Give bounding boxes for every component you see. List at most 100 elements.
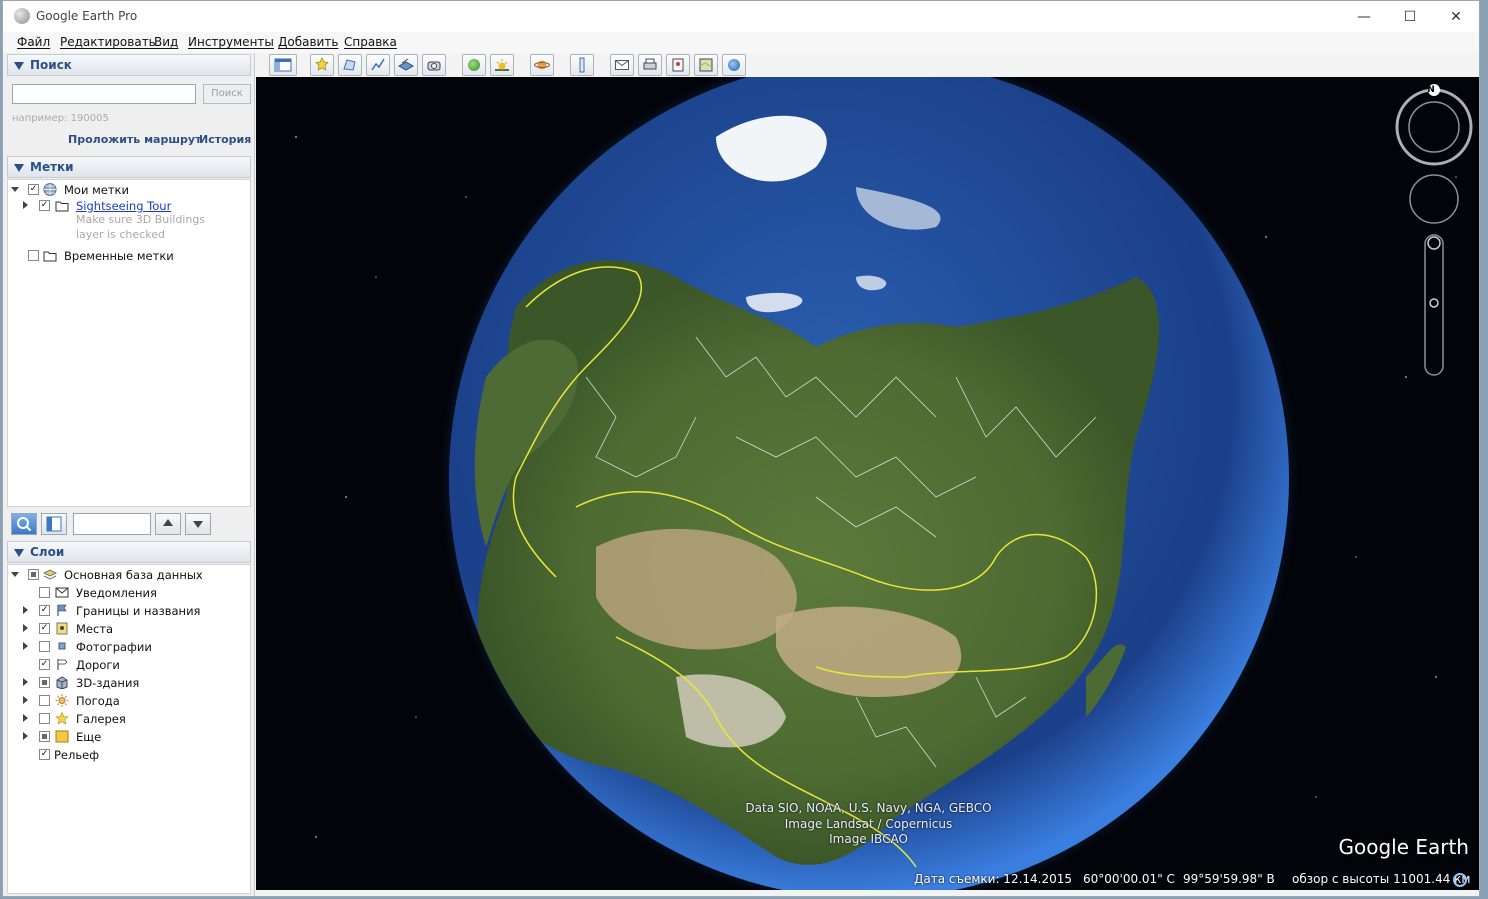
- layer-label: Рельеф: [54, 748, 100, 762]
- maximize-button[interactable]: ☐: [1387, 1, 1433, 32]
- expand-arrow-icon[interactable]: [23, 624, 28, 632]
- sightseeing-tour-link[interactable]: Sightseeing Tour: [76, 199, 171, 213]
- places-panel-header[interactable]: Метки: [7, 156, 251, 178]
- move-down-button[interactable]: [185, 513, 211, 535]
- add-placemark-button[interactable]: [310, 54, 334, 76]
- move-up-button[interactable]: [155, 513, 181, 535]
- ruler-button[interactable]: [570, 54, 594, 76]
- layer-checkbox-weather[interactable]: [39, 695, 50, 706]
- attribution-line2: Image Landsat / Copernicus: [784, 817, 953, 831]
- expand-arrow-icon[interactable]: [23, 678, 28, 686]
- layer-checkbox-borders[interactable]: ✓: [39, 605, 50, 616]
- places-item-sightseeing-tour[interactable]: ✓ Sightseeing Tour: [8, 198, 248, 214]
- layer-gallery[interactable]: Галерея: [8, 711, 248, 727]
- longitude-readout: 99°59'59.98" В: [1183, 872, 1275, 886]
- planet-icon: [534, 60, 550, 70]
- earth-button[interactable]: [722, 54, 746, 76]
- expand-arrow-icon[interactable]: [23, 642, 28, 650]
- expand-arrow-icon[interactable]: [23, 201, 28, 209]
- layer-places[interactable]: ✓ Места: [8, 621, 248, 637]
- add-polygon-button[interactable]: [338, 54, 362, 76]
- add-path-button[interactable]: [366, 54, 390, 76]
- close-button[interactable]: ✕: [1433, 1, 1479, 32]
- sightseeing-checkbox[interactable]: ✓: [39, 200, 50, 211]
- menu-help[interactable]: Справка: [344, 35, 397, 49]
- layer-checkbox-3d-buildings[interactable]: [39, 677, 50, 688]
- menu-edit[interactable]: Редактировать: [60, 35, 156, 49]
- expand-arrow-icon[interactable]: [11, 572, 19, 577]
- places-item-temporary[interactable]: Временные метки: [8, 248, 248, 264]
- image-overlay-icon: [398, 58, 414, 71]
- layer-checkbox-places[interactable]: ✓: [39, 623, 50, 634]
- envelope-icon: [55, 587, 69, 598]
- sunlight-button[interactable]: [490, 54, 514, 76]
- layer-3d-buildings[interactable]: 3D-здания: [8, 675, 248, 691]
- places-panel-title: Метки: [30, 160, 74, 174]
- layer-photos[interactable]: Фотографии: [8, 639, 248, 655]
- view-in-maps-button[interactable]: [694, 54, 718, 76]
- planets-button[interactable]: [530, 54, 554, 76]
- zoom-slider[interactable]: [1424, 234, 1444, 376]
- sidebar-toggle-button[interactable]: [269, 54, 297, 76]
- search-toggle-button[interactable]: [11, 513, 37, 535]
- status-bar: Дата съемки: 12.14.2015 60°00'00.01" С 9…: [256, 868, 1479, 890]
- places-tree: ✓ Мои метки ✓ Sightseeing Tour Make sure…: [7, 179, 251, 507]
- navigation-controls: [1395, 84, 1473, 376]
- layer-checkbox-photos[interactable]: [39, 641, 50, 652]
- menu-file[interactable]: Файл: [17, 35, 50, 49]
- history-link[interactable]: История: [199, 133, 251, 146]
- globe-icon: [43, 183, 57, 196]
- layer-primary-database[interactable]: Основная база данных: [8, 567, 248, 583]
- layer-notifications[interactable]: Уведомления: [8, 585, 248, 601]
- expand-arrow-icon[interactable]: [23, 606, 28, 614]
- folder-yellow-icon: [55, 730, 69, 743]
- layer-checkbox-terrain[interactable]: ✓: [39, 749, 50, 760]
- layer-roads[interactable]: ✓ Дороги: [8, 657, 248, 673]
- app-window: Google Earth Pro — ☐ ✕ Файл Редактироват…: [2, 0, 1480, 897]
- menu-view[interactable]: Вид: [154, 35, 178, 49]
- temporary-places-checkbox[interactable]: [28, 250, 39, 261]
- layer-checkbox-gallery[interactable]: [39, 713, 50, 724]
- layer-weather[interactable]: Погода: [8, 693, 248, 709]
- layer-terrain[interactable]: ✓ Рельеф: [8, 747, 248, 763]
- layer-more[interactable]: Еще: [8, 729, 248, 745]
- sidebar: Поиск Поиск например: 190005 Проложить м…: [3, 53, 255, 896]
- expand-arrow-icon[interactable]: [23, 696, 28, 704]
- email-button[interactable]: [610, 54, 634, 76]
- collapse-triangle-icon: [14, 548, 24, 557]
- expand-arrow-icon[interactable]: [23, 732, 28, 740]
- google-earth-logo: Google Earth: [1338, 835, 1469, 859]
- minimize-button[interactable]: —: [1341, 1, 1387, 32]
- panel-toggle-button[interactable]: [41, 513, 67, 535]
- expand-arrow-icon[interactable]: [11, 187, 19, 192]
- get-directions-link[interactable]: Проложить маршрут: [68, 133, 201, 146]
- add-image-overlay-button[interactable]: [394, 54, 418, 76]
- earth-3d-view[interactable]: N Data SIO, NOAA, U.S. Navy, NGA, GEBCO …: [256, 77, 1479, 890]
- places-filter-input[interactable]: [73, 513, 151, 535]
- printer-icon: [643, 58, 657, 70]
- look-joystick[interactable]: [1409, 174, 1459, 224]
- my-places-checkbox[interactable]: ✓: [28, 184, 39, 195]
- historical-imagery-button[interactable]: [462, 54, 486, 76]
- places-mini-toolbar: [7, 511, 251, 537]
- menu-add[interactable]: Добавить: [278, 35, 338, 49]
- layer-checkbox-primary-database[interactable]: [28, 569, 39, 580]
- pushpin-icon: [315, 57, 329, 71]
- layers-tree: Основная база данных Уведомления ✓ Грани…: [7, 564, 251, 894]
- save-image-button[interactable]: [666, 54, 690, 76]
- expand-arrow-icon[interactable]: [23, 714, 28, 722]
- print-button[interactable]: [638, 54, 662, 76]
- places-item-my-places[interactable]: ✓ Мои метки: [8, 182, 248, 198]
- search-panel-header[interactable]: Поиск: [7, 54, 251, 76]
- menu-tools[interactable]: Инструменты: [188, 35, 274, 49]
- layer-label: Галерея: [76, 712, 126, 726]
- layer-checkbox-notifications[interactable]: [39, 587, 50, 598]
- record-tour-button[interactable]: [422, 54, 446, 76]
- search-input[interactable]: [12, 84, 196, 104]
- compass-ring[interactable]: [1395, 88, 1473, 166]
- layer-checkbox-more[interactable]: [39, 731, 50, 742]
- layer-checkbox-roads[interactable]: ✓: [39, 659, 50, 670]
- search-button[interactable]: Поиск: [203, 84, 251, 104]
- layers-panel-header[interactable]: Слои: [7, 541, 251, 563]
- layer-borders[interactable]: ✓ Границы и названия: [8, 603, 248, 619]
